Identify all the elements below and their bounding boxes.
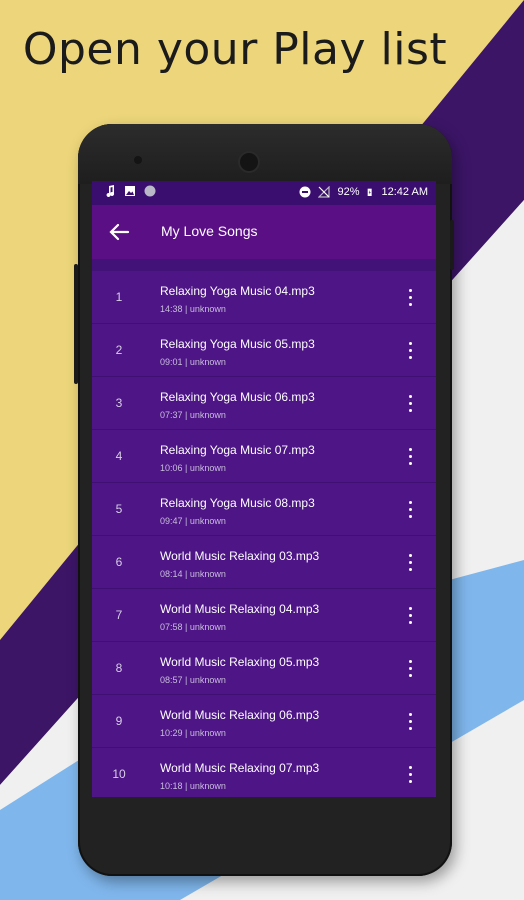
more-options-icon[interactable]: [398, 495, 422, 523]
more-options-icon[interactable]: [398, 654, 422, 682]
song-meta: 07:37 | unknown: [160, 410, 226, 420]
song-number: 8: [115, 661, 123, 675]
song-title: Relaxing Yoga Music 08.mp3: [160, 496, 315, 510]
song-meta: 08:14 | unknown: [160, 569, 226, 579]
song-row[interactable]: 4 Relaxing Yoga Music 07.mp3 10:06 | unk…: [92, 430, 436, 483]
song-number: 2: [115, 343, 123, 357]
song-row[interactable]: 7 World Music Relaxing 04.mp3 07:58 | un…: [92, 589, 436, 642]
song-list: 1 Relaxing Yoga Music 04.mp3 14:38 | unk…: [92, 271, 436, 797]
status-bar: 92% 12:42 AM: [92, 181, 436, 205]
more-options-icon[interactable]: [398, 707, 422, 735]
more-options-icon[interactable]: [398, 760, 422, 788]
more-options-icon[interactable]: [398, 283, 422, 311]
song-row[interactable]: 8 World Music Relaxing 05.mp3 08:57 | un…: [92, 642, 436, 695]
song-meta: 09:01 | unknown: [160, 357, 226, 367]
song-row[interactable]: 2 Relaxing Yoga Music 05.mp3 09:01 | unk…: [92, 324, 436, 377]
song-row[interactable]: 5 Relaxing Yoga Music 08.mp3 09:47 | unk…: [92, 483, 436, 536]
no-signal-icon: [318, 186, 331, 198]
battery-charging-icon: [367, 188, 372, 196]
circle-icon: [144, 185, 156, 197]
song-title: Relaxing Yoga Music 04.mp3: [160, 284, 315, 298]
playlist-title: My Love Songs: [161, 223, 258, 239]
song-title: Relaxing Yoga Music 06.mp3: [160, 390, 315, 404]
song-meta: 07:58 | unknown: [160, 622, 226, 632]
song-meta: 10:18 | unknown: [160, 781, 226, 791]
volume-button: [74, 264, 78, 384]
app-bar: My Love Songs: [92, 205, 436, 259]
song-number: 7: [115, 608, 123, 622]
song-row[interactable]: 1 Relaxing Yoga Music 04.mp3 14:38 | unk…: [92, 271, 436, 324]
song-title: World Music Relaxing 06.mp3: [160, 708, 320, 722]
song-number: 10: [112, 767, 126, 781]
music-note-icon: [106, 185, 115, 197]
back-arrow-icon[interactable]: [106, 219, 132, 245]
song-meta: 10:06 | unknown: [160, 463, 226, 473]
song-number: 6: [115, 555, 123, 569]
song-number: 4: [115, 449, 123, 463]
song-row[interactable]: 6 World Music Relaxing 03.mp3 08:14 | un…: [92, 536, 436, 589]
image-icon: [125, 186, 135, 196]
app-screen: 92% 12:42 AM My Love Songs 1 Relaxing Yo…: [92, 181, 436, 797]
song-meta: 14:38 | unknown: [160, 304, 226, 314]
list-header-spacer: [92, 259, 436, 271]
song-meta: 10:29 | unknown: [160, 728, 226, 738]
song-meta: 08:57 | unknown: [160, 675, 226, 685]
song-title: Relaxing Yoga Music 07.mp3: [160, 443, 315, 457]
song-row[interactable]: 10 World Music Relaxing 07.mp3 10:18 | u…: [92, 748, 436, 797]
more-options-icon[interactable]: [398, 442, 422, 470]
clock: 12:42 AM: [381, 186, 428, 198]
song-title: World Music Relaxing 03.mp3: [160, 549, 320, 563]
do-not-disturb-icon: [299, 186, 311, 198]
song-title: World Music Relaxing 04.mp3: [160, 602, 320, 616]
song-number: 5: [115, 502, 123, 516]
song-title: World Music Relaxing 07.mp3: [160, 761, 320, 775]
more-options-icon[interactable]: [398, 336, 422, 364]
song-row[interactable]: 9 World Music Relaxing 06.mp3 10:29 | un…: [92, 695, 436, 748]
more-options-icon[interactable]: [398, 389, 422, 417]
power-button: [450, 220, 454, 270]
more-options-icon[interactable]: [398, 548, 422, 576]
song-number: 9: [115, 714, 123, 728]
more-options-icon[interactable]: [398, 601, 422, 629]
proximity-sensor: [134, 156, 142, 164]
song-row[interactable]: 3 Relaxing Yoga Music 06.mp3 07:37 | unk…: [92, 377, 436, 430]
headline: Open your Play list: [22, 24, 448, 75]
song-number: 3: [115, 396, 123, 410]
song-number: 1: [115, 290, 123, 304]
front-camera: [240, 153, 258, 171]
song-title: World Music Relaxing 05.mp3: [160, 655, 320, 669]
song-title: Relaxing Yoga Music 05.mp3: [160, 337, 315, 351]
phone-bezel-top: [78, 124, 452, 184]
battery-percent: 92%: [337, 186, 360, 198]
song-meta: 09:47 | unknown: [160, 516, 226, 526]
